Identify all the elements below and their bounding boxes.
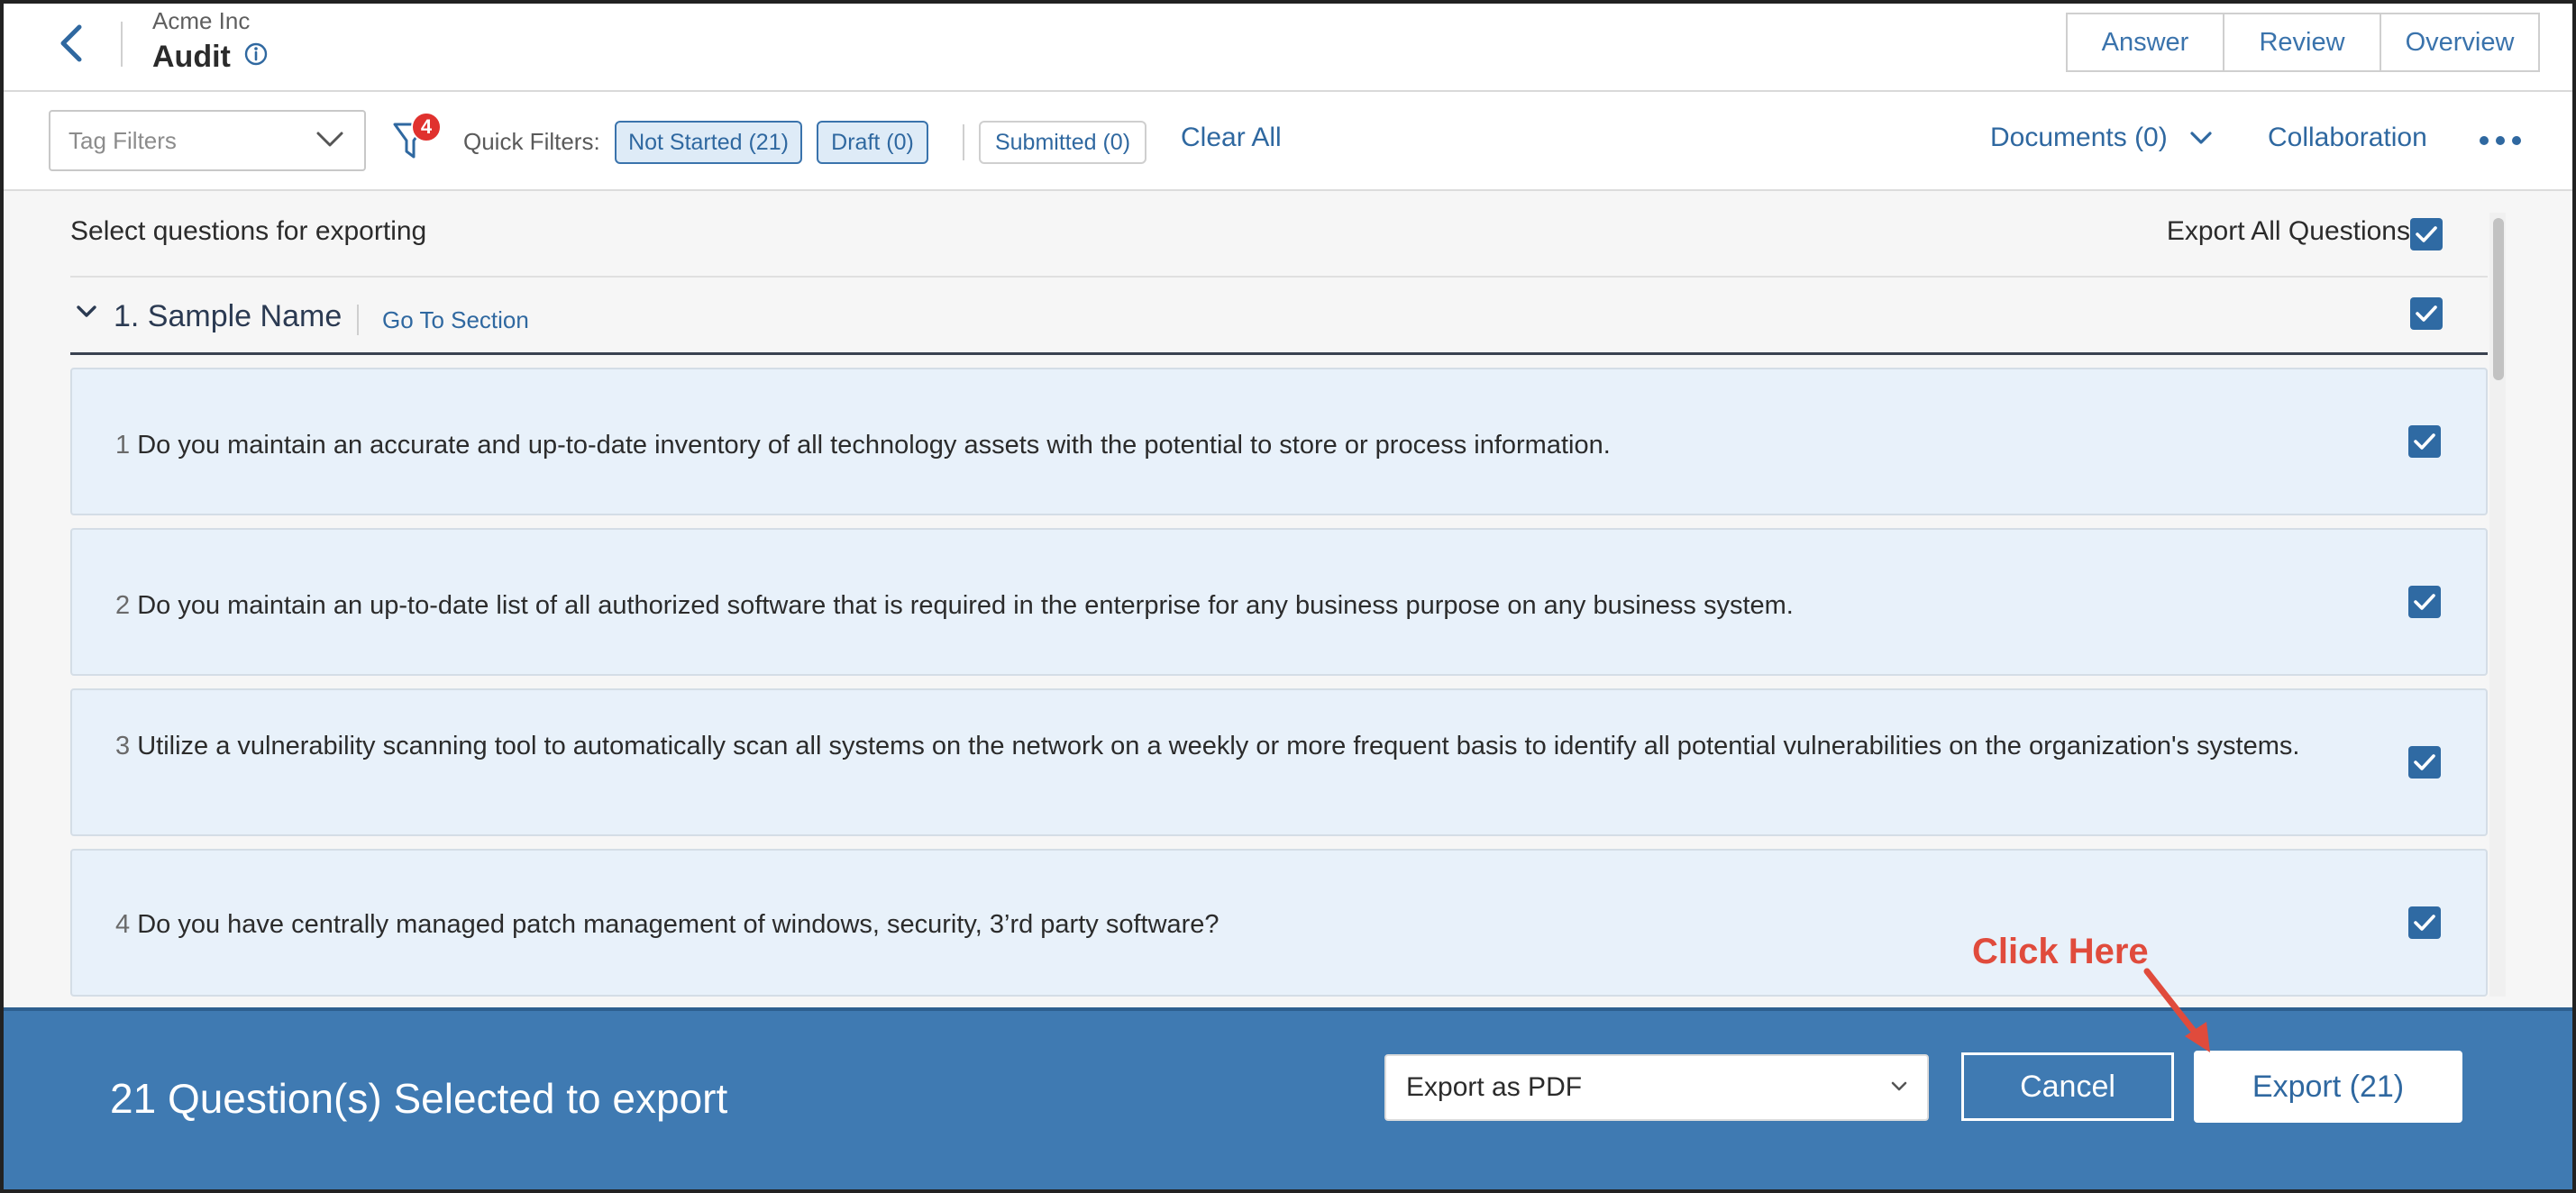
question-card: 2 Do you maintain an up-to-date list of … <box>70 528 2488 676</box>
more-options-icon[interactable] <box>2473 128 2527 153</box>
select-questions-label: Select questions for exporting <box>70 216 427 246</box>
app-window: Acme Inc Audit Answer Review Overview Ta… <box>0 0 2576 1193</box>
question-body: Utilize a vulnerability scanning tool to… <box>137 732 2300 760</box>
tab-review[interactable]: Review <box>2223 13 2381 72</box>
select-row: Select questions for exporting Export Al… <box>70 191 2488 278</box>
tab-answer[interactable]: Answer <box>2066 13 2224 72</box>
chevron-down-icon <box>316 132 343 147</box>
check-icon <box>2414 754 2435 770</box>
info-icon[interactable] <box>243 41 269 67</box>
question-number: 1 <box>115 431 131 460</box>
question-card: 3 Utilize a vulnerability scanning tool … <box>70 688 2488 836</box>
check-icon <box>2416 305 2437 322</box>
question-body: Do you have centrally managed patch mana… <box>137 910 1219 939</box>
page-header: Acme Inc Audit Answer Review Overview <box>4 4 2572 92</box>
export-button[interactable]: Export (21) <box>2194 1051 2462 1123</box>
clear-all-link[interactable]: Clear All <box>1181 123 1282 153</box>
check-icon <box>2414 594 2435 610</box>
question-text: 3 Utilize a vulnerability scanning tool … <box>115 728 2327 764</box>
scrollbar-thumb[interactable] <box>2493 218 2504 380</box>
quick-filters-label: Quick Filters: <box>463 128 600 155</box>
question-checkbox[interactable] <box>2408 586 2441 618</box>
question-text: 2 Do you maintain an up-to-date list of … <box>115 587 2369 624</box>
section-checkbox[interactable] <box>2410 297 2443 330</box>
section-title: 1. Sample Name <box>114 299 343 333</box>
documents-label: Documents (0) <box>1990 123 2168 152</box>
question-checkbox[interactable] <box>2408 425 2441 458</box>
tab-overview[interactable]: Overview <box>2380 13 2540 72</box>
org-name: Acme Inc <box>152 7 251 34</box>
chip-divider <box>963 124 964 160</box>
filter-count-badge: 4 <box>411 112 442 142</box>
back-button[interactable] <box>50 18 92 68</box>
chevron-down-icon <box>1891 1081 1907 1091</box>
check-icon <box>2414 915 2435 931</box>
question-card: 4 Do you have centrally managed patch ma… <box>70 849 2488 997</box>
click-here-annotation: Click Here <box>1972 932 2149 971</box>
header-divider <box>121 22 123 67</box>
question-card: 1 Do you maintain an accurate and up-to-… <box>70 368 2488 515</box>
export-format-select[interactable]: Export as PDF <box>1384 1054 1929 1121</box>
question-list-area: Select questions for exporting Export Al… <box>4 191 2572 1007</box>
selected-count-text: 21 Question(s) Selected to export <box>110 1075 728 1122</box>
question-text: 1 Do you maintain an accurate and up-to-… <box>115 427 2369 463</box>
question-checkbox[interactable] <box>2408 746 2441 779</box>
tag-filters-dropdown[interactable]: Tag Filters <box>49 110 366 171</box>
chip-not-started[interactable]: Not Started (21) <box>615 121 802 164</box>
export-format-value: Export as PDF <box>1406 1072 1583 1102</box>
cancel-button[interactable]: Cancel <box>1961 1052 2174 1121</box>
check-icon <box>2416 226 2437 242</box>
section-header: 1. Sample Name Go To Section <box>70 278 2488 355</box>
mode-tabs: Answer Review Overview <box>2066 13 2540 72</box>
export-all-label: Export All Questions <box>2166 216 2410 246</box>
question-checkbox[interactable] <box>2408 906 2441 939</box>
tag-filters-placeholder: Tag Filters <box>69 126 177 154</box>
collaboration-link[interactable]: Collaboration <box>2268 123 2427 153</box>
filter-bar: Tag Filters 4 Quick Filters: Not Started… <box>4 92 2572 191</box>
question-number: 2 <box>115 591 131 620</box>
go-to-section-link[interactable]: Go To Section <box>382 306 529 334</box>
documents-dropdown[interactable]: Documents (0) <box>1990 123 2213 153</box>
chip-draft[interactable]: Draft (0) <box>817 121 928 164</box>
chip-submitted[interactable]: Submitted (0) <box>979 121 1146 164</box>
chevron-down-icon <box>2190 132 2212 144</box>
chevron-left-icon <box>60 24 82 62</box>
section-separator <box>357 305 359 335</box>
check-icon <box>2414 433 2435 450</box>
chevron-down-icon[interactable] <box>76 305 97 319</box>
question-number: 3 <box>115 732 131 760</box>
annotation-arrow-icon <box>2143 968 2210 1052</box>
question-body: Do you maintain an up-to-date list of al… <box>137 591 1794 620</box>
page-title: Audit <box>152 40 231 74</box>
question-body: Do you maintain an accurate and up-to-da… <box>137 431 1611 460</box>
export-all-checkbox[interactable] <box>2410 218 2443 250</box>
question-number: 4 <box>115 910 131 939</box>
